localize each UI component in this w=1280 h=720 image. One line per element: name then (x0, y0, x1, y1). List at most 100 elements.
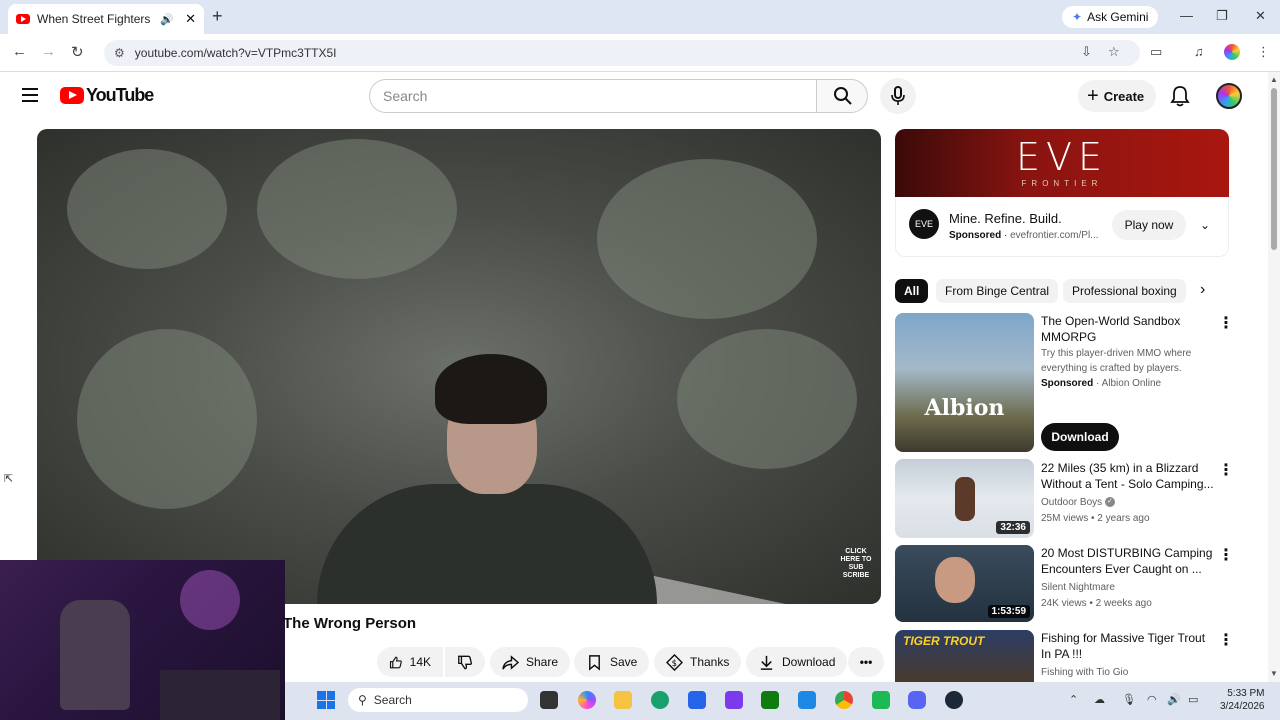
menu-hamburger-icon[interactable] (22, 88, 38, 102)
thanks-button[interactable]: $ Thanks (654, 647, 742, 677)
more-vertical-icon[interactable]: ⋮ (1218, 630, 1234, 650)
ad-domain: evefrontier.com/Pl... (1010, 230, 1099, 241)
notifications-bell-icon[interactable] (1170, 85, 1190, 107)
rec-channel[interactable]: Fishing with Tio Gio (1041, 665, 1128, 680)
bookmark-star-icon[interactable]: ☆ (1108, 44, 1120, 60)
app-icon[interactable] (725, 691, 743, 709)
ask-gemini-button[interactable]: ✦ Ask Gemini (1062, 6, 1159, 28)
account-avatar[interactable] (1216, 83, 1242, 109)
forward-arrow-icon[interactable]: → (41, 43, 56, 60)
download-label: Download (782, 655, 836, 669)
microphone-icon[interactable]: 🎙 (1122, 693, 1136, 706)
advertiser-logo[interactable]: EVE (909, 209, 939, 239)
foliage-shape (257, 139, 457, 279)
ad-banner[interactable]: EVE FRONTIER (895, 129, 1229, 197)
chevron-right-icon[interactable]: › (1200, 281, 1205, 299)
thumbs-up-icon (389, 656, 402, 668)
chevron-down-icon[interactable]: ⌄ (1200, 218, 1210, 232)
minimize-window-button[interactable]: — (1180, 8, 1193, 23)
volume-icon[interactable]: 🔊 (1167, 693, 1181, 706)
download-button[interactable]: Download (746, 647, 848, 677)
xbox-icon[interactable] (761, 691, 779, 709)
media-control-icon[interactable]: ♫ (1194, 44, 1204, 59)
chip-all[interactable]: All (895, 279, 929, 303)
chip-professional-boxing[interactable]: Professional boxing (1063, 279, 1186, 303)
hiker-shape (955, 477, 975, 521)
copilot-icon[interactable] (578, 691, 596, 709)
svg-text:$: $ (672, 658, 677, 668)
rec-thumbnail[interactable]: Albion (895, 313, 1034, 452)
scroll-down-arrow-icon[interactable]: ▼ (1270, 669, 1278, 678)
dislike-button[interactable] (445, 647, 485, 677)
search-input[interactable]: Search (369, 79, 817, 113)
rec-title[interactable]: Fishing for Massive Tiger Trout In PA !!… (1041, 630, 1215, 662)
thumbnail-text: TIGER TROUT (903, 634, 985, 648)
rec-title[interactable]: 20 Most DISTURBING Camping Encounters Ev… (1041, 545, 1215, 577)
thanks-dollar-icon: $ (666, 653, 683, 671)
ad-headline[interactable]: Mine. Refine. Build. (949, 211, 1062, 226)
like-button[interactable]: 14K (377, 647, 443, 677)
new-tab-button[interactable]: + (212, 6, 223, 27)
edge-browser-icon[interactable] (651, 691, 669, 709)
subscribe-watermark[interactable]: CLICK HERE TO SUB SCRIBE (838, 548, 874, 584)
play-now-button[interactable]: Play now (1112, 210, 1186, 240)
discord-icon[interactable] (908, 691, 926, 709)
share-button[interactable]: Share (490, 647, 571, 677)
video-player[interactable] (37, 129, 881, 604)
youtube-wordmark[interactable]: YouTube (86, 85, 154, 106)
chrome-icon[interactable] (835, 691, 853, 709)
scroll-up-arrow-icon[interactable]: ▲ (1270, 75, 1278, 84)
save-button[interactable]: Save (574, 647, 650, 677)
tab-close-icon[interactable]: ✕ (185, 11, 196, 27)
task-view-icon[interactable] (540, 691, 558, 709)
close-window-button[interactable]: ✕ (1255, 8, 1266, 24)
rec-title[interactable]: The Open-World Sandbox MMORPG (1041, 313, 1215, 345)
browser-tab[interactable]: When Street Fighters Mess 🔊 ✕ (8, 4, 204, 34)
store-icon[interactable] (688, 691, 706, 709)
search-icon: ⚲ (358, 693, 367, 707)
microphone-icon (891, 86, 905, 105)
cloud-icon[interactable]: ☁ (1094, 693, 1105, 706)
windows-start-icon[interactable] (317, 691, 335, 709)
chip-from-binge-central[interactable]: From Binge Central (936, 279, 1059, 303)
rec-description: Try this player-driven MMO where everyth… (1041, 348, 1192, 374)
taskbar-search[interactable]: ⚲ Search (348, 688, 528, 712)
plus-icon: + (1087, 84, 1099, 107)
chevron-up-icon[interactable]: ⌃ (1069, 693, 1078, 706)
address-bar[interactable]: ⚙ youtube.com/watch?v=VTPmc3TTX5I (104, 40, 1140, 66)
voice-search-button[interactable] (880, 78, 916, 114)
more-vertical-icon[interactable]: ⋮ (1218, 460, 1234, 480)
more-vertical-icon[interactable]: ⋮ (1218, 545, 1234, 565)
youtube-logo-icon[interactable] (60, 87, 84, 104)
tab-audio-icon[interactable]: 🔊 (160, 13, 174, 26)
create-button[interactable]: + Create (1078, 80, 1156, 112)
steam-icon[interactable] (945, 691, 963, 709)
browser-menu-icon[interactable]: ⋮ (1257, 44, 1270, 60)
install-app-icon[interactable]: ⇩ (1081, 44, 1092, 60)
rec-meta: 25M views • 2 years ago (1041, 513, 1150, 524)
taskbar-clock[interactable]: 5:33 PM 3/24/2026 (1220, 687, 1265, 713)
more-horizontal-icon: ••• (859, 655, 873, 669)
rec-thumbnail[interactable]: 32:36 (895, 459, 1034, 538)
media-app-icon[interactable] (872, 691, 890, 709)
rec-channel-line[interactable]: Outdoor Boys ✓ (1041, 495, 1115, 510)
rec-channel[interactable]: Silent Nightmare (1041, 580, 1115, 595)
ad-download-button[interactable]: Download (1041, 423, 1119, 451)
maximize-window-button[interactable]: ❐ (1216, 8, 1228, 24)
browser-profile-avatar[interactable] (1224, 44, 1240, 60)
rec-title[interactable]: 22 Miles (35 km) in a Blizzard Without a… (1041, 460, 1215, 492)
site-info-icon[interactable]: ⚙ (114, 46, 125, 60)
back-arrow-icon[interactable]: ← (12, 43, 27, 60)
reload-icon[interactable]: ↻ (71, 43, 84, 61)
mail-icon[interactable] (798, 691, 816, 709)
search-button[interactable] (816, 79, 868, 113)
file-explorer-icon[interactable] (614, 691, 632, 709)
battery-icon[interactable]: ▭ (1188, 693, 1198, 706)
more-vertical-icon[interactable]: ⋮ (1218, 313, 1234, 333)
rec-thumbnail[interactable]: TIGER TROUT (895, 630, 1034, 682)
scrollbar-thumb[interactable] (1271, 88, 1277, 250)
tab-search-icon[interactable]: ▭ (1150, 44, 1162, 60)
rec-thumbnail[interactable]: 1:53:59 (895, 545, 1034, 622)
more-actions-button[interactable]: ••• (848, 647, 884, 677)
wifi-icon[interactable]: ◠ (1147, 693, 1157, 706)
